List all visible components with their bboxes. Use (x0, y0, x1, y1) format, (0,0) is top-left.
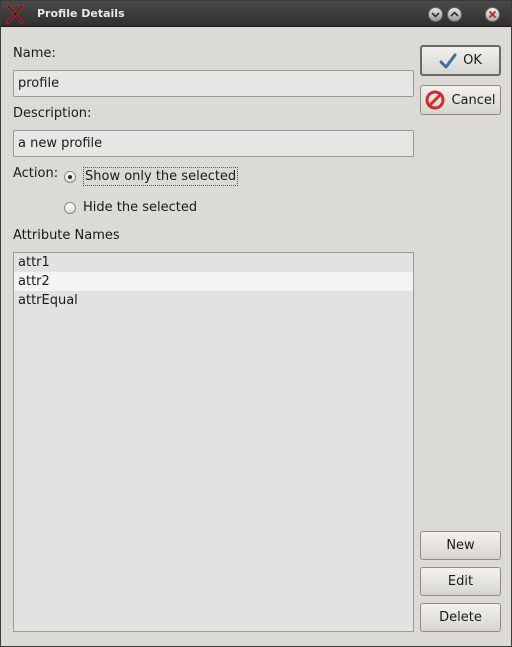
radio-button-checked[interactable] (64, 170, 76, 183)
radio-hide-selected[interactable]: Hide the selected (64, 200, 197, 215)
description-label: Description: (13, 106, 92, 121)
list-item[interactable]: attr2 (14, 272, 413, 291)
delete-button[interactable]: Delete (420, 603, 501, 632)
maximize-button[interactable] (447, 7, 462, 22)
close-button[interactable] (485, 7, 500, 22)
minimize-button[interactable] (428, 7, 443, 22)
window-title: Profile Details (37, 7, 125, 20)
edit-button[interactable]: Edit (420, 567, 501, 596)
edit-button-label: Edit (447, 574, 474, 589)
ok-button-label: OK (463, 53, 482, 68)
cancel-button-label: Cancel (451, 92, 496, 108)
attribute-names-label: Attribute Names (13, 228, 120, 243)
app-logo-icon (5, 4, 25, 24)
new-button-label: New (446, 538, 475, 553)
new-button[interactable]: New (420, 531, 501, 560)
radio-show-selected-label: Show only the selected (83, 167, 239, 186)
attribute-names-list[interactable]: attr1 attr2 attrEqual (13, 252, 414, 632)
chevron-up-icon (450, 11, 459, 17)
list-item[interactable]: attrEqual (14, 291, 413, 310)
radio-button-unchecked[interactable] (64, 201, 76, 214)
profile-details-dialog: Profile Details Name: profile Descriptio… (0, 0, 512, 647)
list-item[interactable]: attr1 (14, 253, 413, 272)
description-field[interactable]: a new profile (13, 130, 414, 157)
checkmark-icon (439, 53, 457, 69)
no-entry-icon (425, 90, 445, 110)
action-label: Action: (13, 166, 59, 181)
name-field[interactable]: profile (13, 70, 414, 97)
cancel-button[interactable]: Cancel (420, 85, 501, 115)
name-label: Name: (13, 46, 56, 61)
radio-show-selected[interactable]: Show only the selected (64, 167, 239, 186)
delete-button-label: Delete (439, 610, 482, 625)
ok-button[interactable]: OK (420, 45, 501, 76)
title-bar[interactable]: Profile Details (1, 1, 511, 27)
chevron-down-icon (431, 12, 440, 18)
radio-hide-selected-label: Hide the selected (83, 200, 198, 215)
close-icon (488, 10, 497, 19)
